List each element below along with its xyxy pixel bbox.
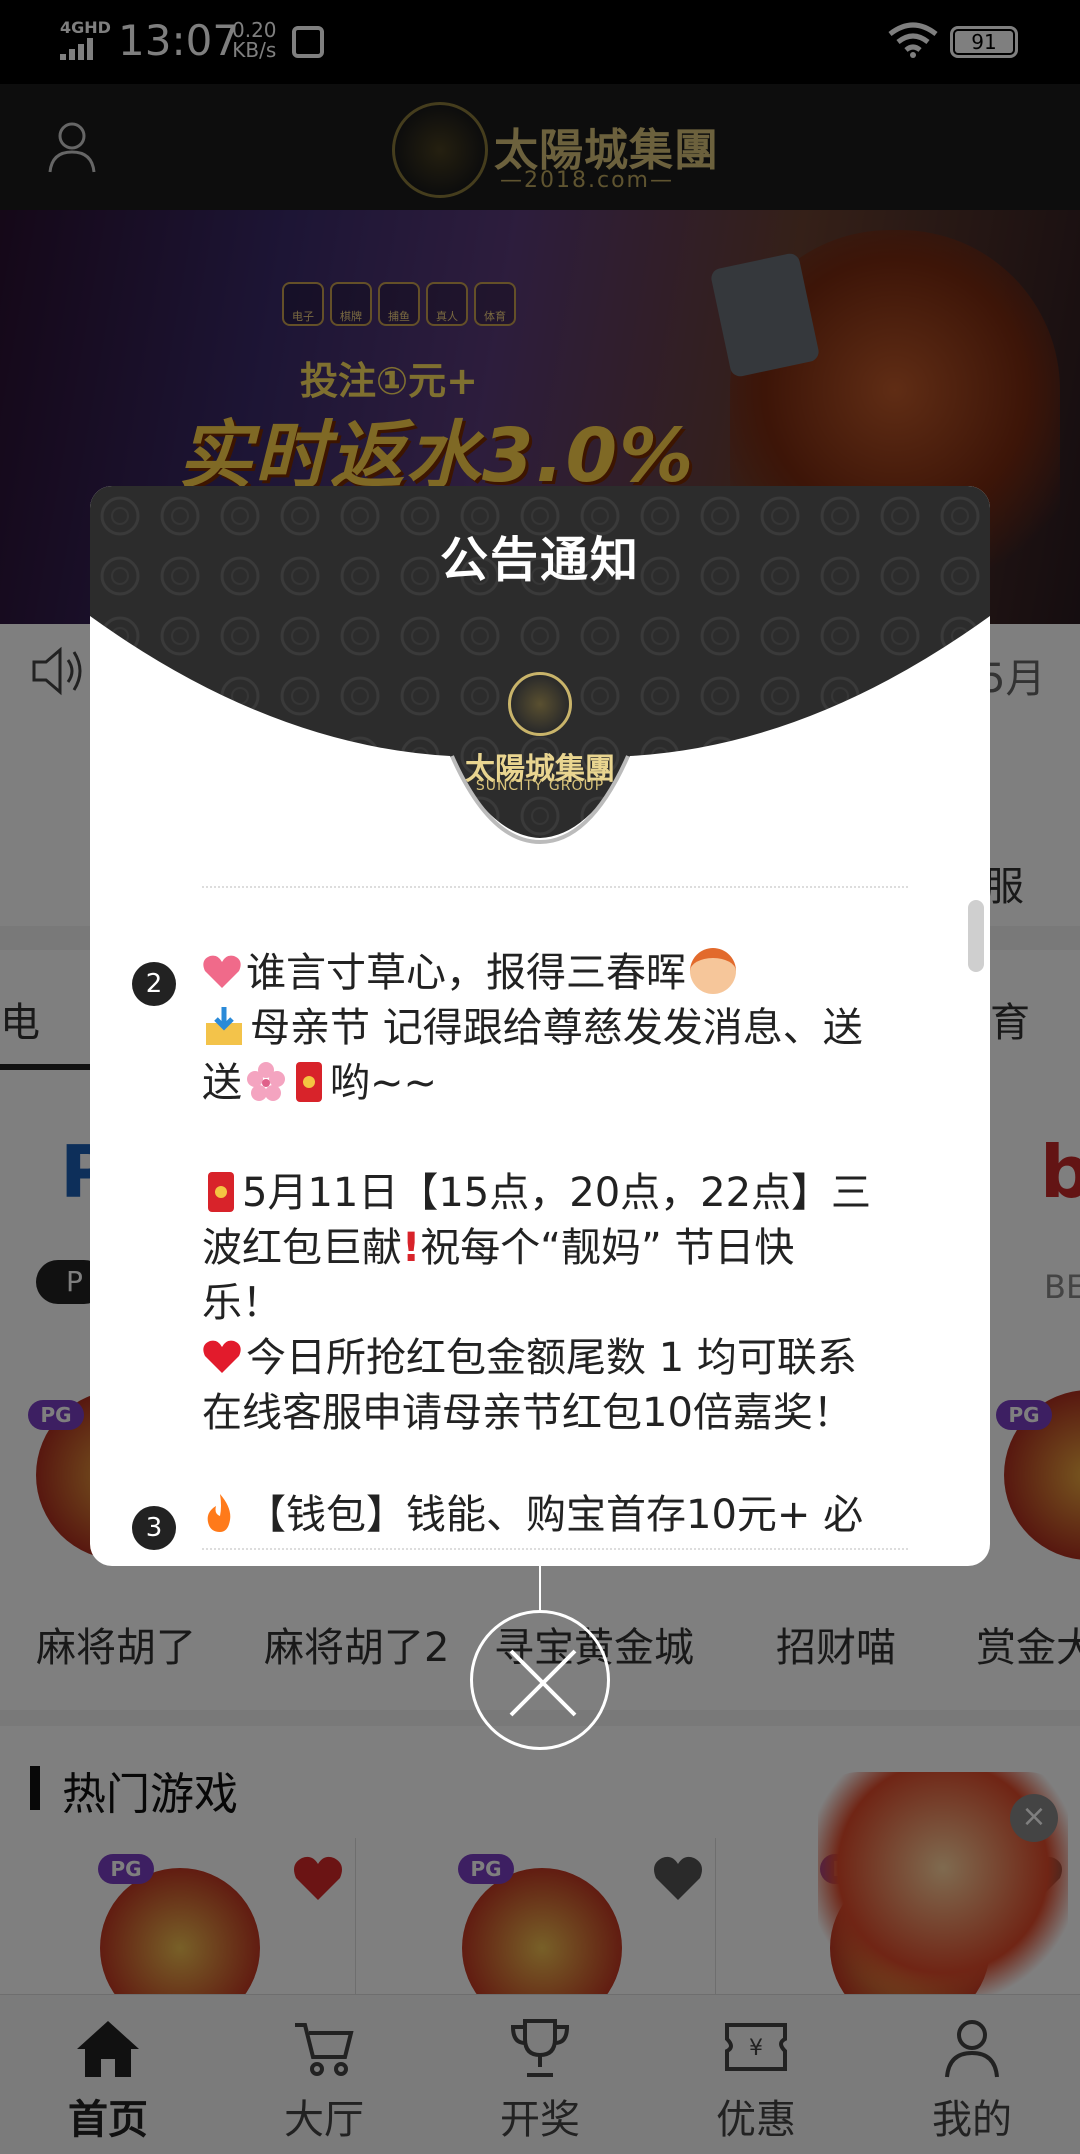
divider: [202, 886, 908, 888]
red-envelope-icon: [208, 1172, 234, 1212]
item-line: 在线客服申请母亲节红包10倍嘉奖！: [202, 1390, 853, 1436]
cherry-blossom-icon: [247, 1062, 285, 1101]
suncity-emblem-icon: [508, 672, 572, 736]
item-line: 母亲节 记得跟给尊慈发发消息、送: [250, 1005, 863, 1051]
close-dialog-button[interactable]: [470, 1610, 610, 1750]
item-number-badge: 2: [132, 962, 176, 1006]
announcement-list[interactable]: 2 谁言寸草心，报得三春晖 母亲节 记得跟给尊慈发发消息、送 送 哟~~ 5月11…: [90, 866, 990, 1566]
app-screen: 4GHD 13:07 0.20 KB/s 91 太陽城集團 —2018.com—…: [0, 0, 1080, 2154]
item-line: 谁言寸草心，报得三春晖: [246, 950, 686, 996]
sparkling-heart-icon: [203, 955, 241, 988]
item-line: 波红包巨献: [202, 1225, 402, 1271]
item-line: 祝每个“靓妈” 节日快: [420, 1225, 795, 1271]
announcement-dialog: 公告通知 太陽城集團 SUNCITY GROUP 2 谁言寸草心，报得三春晖 母…: [90, 486, 990, 1566]
item-line: 乐！: [202, 1280, 282, 1326]
red-envelope-icon: [296, 1062, 322, 1102]
exclamation-icon: !: [402, 1225, 421, 1271]
item-line: 5月11日【15点，20点，22点】三: [242, 1170, 872, 1216]
inbox-tray-icon: [206, 1007, 242, 1045]
dialog-title: 公告通知: [439, 532, 640, 588]
close-icon: [509, 1649, 577, 1717]
red-heart-icon: [203, 1340, 241, 1373]
item-line: 送: [202, 1060, 242, 1106]
item-line: 今日所抢红包金额尾数 1 均可联系: [246, 1335, 857, 1381]
scrollbar-thumb[interactable]: [968, 900, 984, 972]
woman-emoji-icon: [690, 948, 736, 994]
announcement-item: 谁言寸草心，报得三春晖 母亲节 记得跟给尊慈发发消息、送 送 哟~~ 5月11日【…: [202, 946, 902, 1441]
divider: [202, 1548, 908, 1550]
close-connector-line: [539, 1566, 541, 1612]
item-line: 哟~~: [330, 1060, 438, 1106]
dialog-logo-sub: SUNCITY GROUP: [475, 778, 605, 794]
